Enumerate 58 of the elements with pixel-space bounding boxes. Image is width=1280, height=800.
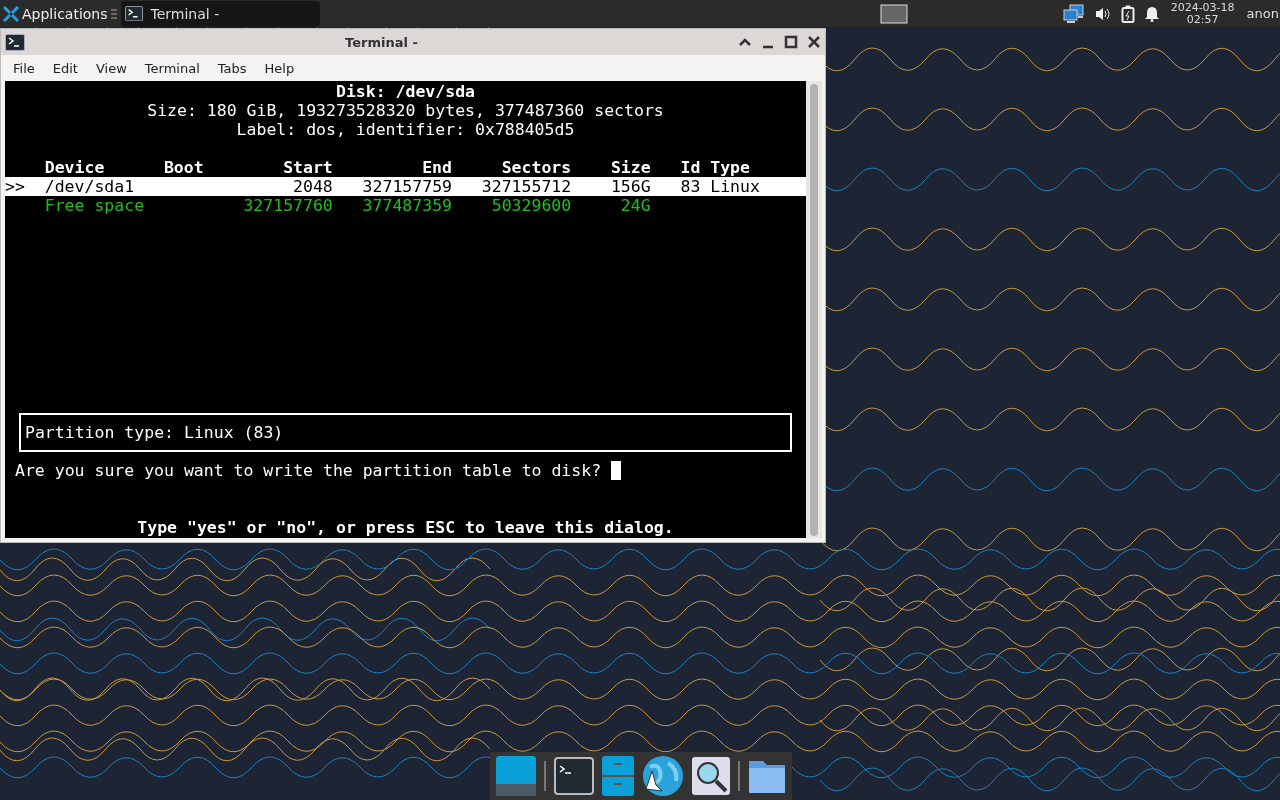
table-cell-text: 327155712 [480, 177, 572, 196]
folder-icon[interactable] [748, 758, 786, 794]
column-header: Boot [163, 158, 205, 177]
terminal-icon [124, 5, 143, 22]
table-cell-text: Linux [709, 177, 761, 196]
app-menu-icon [3, 5, 19, 22]
column-header: Device [43, 158, 106, 177]
battery-icon[interactable] [1120, 4, 1135, 23]
column-header: Id [679, 158, 701, 177]
globe-cursor-icon[interactable] [642, 755, 684, 797]
table-cell-text: /dev/sda1 [44, 177, 136, 196]
menu-item[interactable]: Edit [43, 60, 87, 76]
file-cabinet-icon[interactable] [602, 756, 634, 796]
dialog-hint: Type "yes" or "no", or press ESC to leave this dialog. [136, 518, 675, 537]
window-terminal-icon [5, 33, 25, 51]
partition-row[interactable]: >> /dev/sda1 2048 327157759 327155712 156G 83 Linux [5, 177, 806, 196]
column-header: Start [282, 158, 333, 177]
user-name[interactable]: anon [1246, 6, 1280, 21]
table-cell-text: >> [5, 177, 26, 196]
clock[interactable]: 2024-03-18 02:57 [1170, 1, 1235, 26]
volume-icon[interactable] [1094, 5, 1111, 22]
network-icon[interactable] [1062, 3, 1085, 24]
menu-item[interactable]: File [4, 60, 44, 76]
menu-icon [110, 7, 117, 20]
table-cell-text: 377487359 [361, 196, 452, 215]
workspace-switcher[interactable] [879, 3, 908, 24]
menu-item[interactable]: Tabs [208, 60, 256, 76]
window-title: Terminal - [344, 34, 419, 50]
table-cell-text: 327157760 [242, 196, 333, 215]
magnifier-icon[interactable] [692, 757, 730, 795]
scrollbar[interactable] [806, 81, 822, 538]
disk-label: Label: dos, identifier: 0x788405d5 [235, 120, 576, 139]
partition-row[interactable]: Free space 327157760 377487359 50329600 24G [5, 196, 806, 215]
bell-icon[interactable] [1144, 5, 1159, 22]
menu-item[interactable]: View [86, 60, 136, 76]
applications-menu[interactable]: Applications [0, 0, 117, 27]
table-cell-text: 156G [609, 177, 651, 196]
close-button[interactable] [807, 35, 821, 49]
disk-title: Disk: /dev/sda [334, 82, 477, 101]
column-header: Size [609, 158, 651, 177]
table-cell-text: 327157759 [361, 177, 452, 196]
taskbar-button[interactable]: Terminal - [120, 0, 320, 27]
menu-item[interactable]: Terminal [135, 60, 209, 76]
table-cell-text: 50329600 [490, 196, 572, 215]
table-cell-text: 2048 [292, 177, 333, 196]
text-cursor [611, 461, 622, 480]
maximize-button[interactable] [784, 35, 798, 49]
column-header: End [421, 158, 452, 177]
table-cell-text: 24G [619, 196, 651, 215]
confirm-prompt: Are you sure you want to write the partition table to disk? [5, 461, 806, 480]
table-cell-text: Free space [44, 196, 146, 215]
menu-item[interactable]: Help [255, 60, 304, 76]
terminal-icon[interactable] [554, 757, 594, 795]
column-header: Type [709, 158, 751, 177]
disk-size: Size: 180 GiB, 193273528320 bytes, 377487360 sectors [146, 101, 665, 120]
column-header: Sectors [500, 158, 572, 177]
partition-type-text: Partition type: Linux (83) [25, 423, 284, 442]
table-cell-text: 83 [679, 177, 701, 196]
